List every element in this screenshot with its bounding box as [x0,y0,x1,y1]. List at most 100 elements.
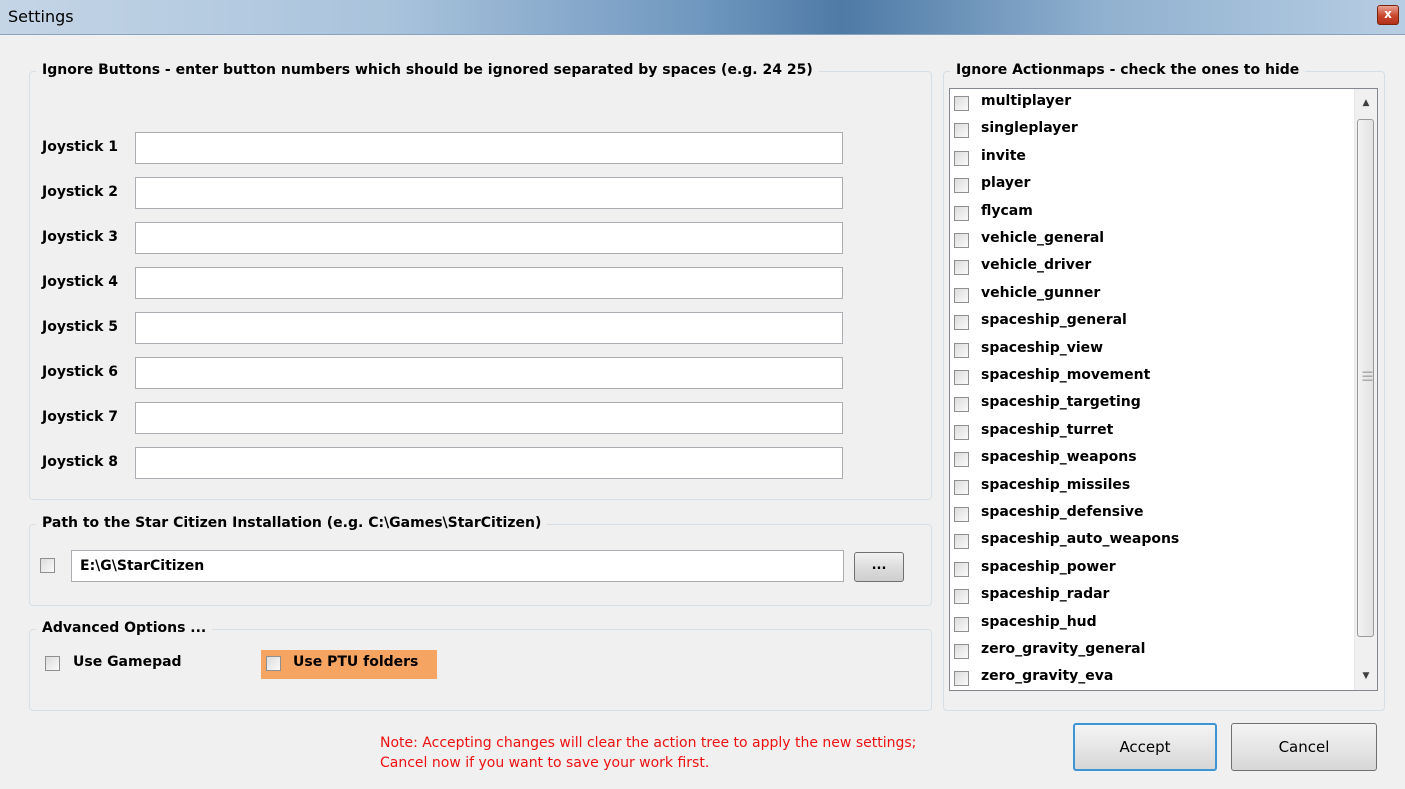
actionmap-item[interactable]: spaceship_weapons [950,446,1350,473]
actionmap-item[interactable]: vehicle_driver [950,254,1350,281]
actionmap-checkbox[interactable] [954,479,969,495]
actionmap-checkbox[interactable] [954,561,969,577]
joystick-2-input[interactable] [135,177,843,209]
actionmap-item[interactable]: spaceship_defensive [950,501,1350,528]
actionmap-item[interactable]: zero_gravity_eva [950,665,1350,690]
actionmap-checkbox[interactable] [954,397,969,413]
path-enable-checkbox[interactable] [40,558,55,573]
actionmap-label: spaceship_weapons [981,449,1137,466]
joystick-2-label: Joystick 2 [42,184,119,200]
actionmap-checkbox[interactable] [954,507,969,522]
title-bar[interactable]: Settings x [0,0,1405,35]
actionmap-checkbox[interactable] [954,452,969,468]
actionmap-checkbox[interactable] [954,315,969,331]
actionmap-item[interactable]: player [950,172,1350,199]
scroll-thumb[interactable]: — — — [1357,119,1374,637]
actionmap-label: spaceship_targeting [981,394,1141,411]
actionmap-label: vehicle_gunner [981,284,1101,301]
browse-button[interactable]: ... [854,552,904,582]
actionmap-item[interactable]: zero_gravity_general [950,638,1350,665]
actionmap-checkbox[interactable] [954,96,969,111]
scroll-down-icon[interactable]: ▼ [1355,664,1377,688]
actionmaps-legend: Ignore Actionmaps - check the ones to hi… [950,62,1306,78]
grip-icon: — — — [1362,365,1373,386]
actionmap-label: zero_gravity_eva [981,668,1114,685]
use-gamepad-checkbox[interactable] [45,656,60,671]
actionmap-checkbox[interactable] [954,616,969,632]
note-line-2: Cancel now if you want to save your work… [380,755,710,771]
actionmaps-scrollbar[interactable]: ▲ — — — ▼ [1354,89,1377,690]
actionmap-label: vehicle_driver [981,257,1092,274]
note-line-1: Note: Accepting changes will clear the a… [380,735,917,751]
actionmap-label: spaceship_hud [981,613,1097,630]
actionmap-checkbox[interactable] [954,424,969,440]
joystick-7-label: Joystick 7 [42,409,119,425]
use-gamepad-label[interactable]: Use Gamepad [73,654,182,670]
cancel-button[interactable]: Cancel [1231,723,1377,771]
actionmap-checkbox[interactable] [954,644,969,659]
actionmap-label: spaceship_auto_weapons [981,531,1180,548]
actionmap-checkbox[interactable] [954,370,969,385]
actionmap-item[interactable]: spaceship_turret [950,419,1350,446]
actionmap-label: spaceship_movement [981,367,1151,383]
actionmap-item[interactable]: spaceship_missiles [950,474,1350,501]
actionmap-checkbox[interactable] [954,342,969,358]
joystick-3-input[interactable] [135,222,843,254]
actionmap-label: player [981,175,1031,192]
actionmap-label: spaceship_general [981,312,1127,329]
joystick-7-input[interactable] [135,402,843,434]
warning-note: Note: Accepting changes will clear the a… [380,733,916,773]
joystick-4-input[interactable] [135,267,843,299]
settings-window: Settings x Ignore Buttons - enter button… [0,0,1405,789]
actionmap-item[interactable]: flycam [950,200,1350,227]
actionmap-checkbox[interactable] [954,123,969,139]
joystick-6-input[interactable] [135,357,843,389]
actionmap-item[interactable]: vehicle_general [950,227,1350,254]
actionmap-label: flycam [981,202,1033,219]
actionmap-item[interactable]: spaceship_movement [950,364,1350,391]
use-ptu-label[interactable]: Use PTU folders [293,654,418,670]
actionmap-item[interactable]: spaceship_radar [950,583,1350,610]
actionmap-label: multiplayer [981,93,1072,109]
actionmaps-list[interactable]: multiplayer singleplayer invite player flyca… [949,88,1378,691]
joystick-8-input[interactable] [135,447,843,479]
joystick-5-label: Joystick 5 [42,319,119,335]
ignore-buttons-legend: Ignore Buttons - enter button numbers wh… [36,62,819,78]
actionmap-item[interactable]: vehicle_gunner [950,282,1350,309]
joystick-6-label: Joystick 6 [42,364,119,380]
actionmap-item[interactable]: spaceship_auto_weapons [950,528,1350,555]
actionmap-checkbox[interactable] [954,287,969,303]
actionmap-checkbox[interactable] [954,150,969,166]
accept-button[interactable]: Accept [1073,723,1217,771]
actionmap-item[interactable]: multiplayer [950,90,1350,117]
actionmap-checkbox[interactable] [954,178,969,194]
actionmap-checkbox[interactable] [954,205,969,221]
joystick-5-input[interactable] [135,312,843,344]
actionmap-label: spaceship_power [981,558,1116,575]
actionmap-label: zero_gravity_general [981,641,1146,657]
actionmap-item[interactable]: spaceship_hud [950,611,1350,638]
actionmap-checkbox[interactable] [954,534,969,550]
actionmap-item[interactable]: singleplayer [950,117,1350,144]
joystick-1-input[interactable] [135,132,843,164]
close-icon[interactable]: x [1377,5,1399,25]
install-path-input[interactable] [71,550,844,582]
actionmap-checkbox[interactable] [954,589,969,605]
actionmap-checkbox[interactable] [954,233,969,248]
window-title: Settings [8,7,74,26]
scroll-up-icon[interactable]: ▲ [1355,91,1377,115]
joystick-1-label: Joystick 1 [42,139,119,155]
use-ptu-checkbox[interactable] [266,656,281,671]
actionmap-label: spaceship_view [981,339,1104,356]
actionmap-item[interactable]: spaceship_power [950,556,1350,583]
advanced-options-legend: Advanced Options ... [36,620,213,636]
actionmap-label: spaceship_defensive [981,504,1144,520]
actionmap-item[interactable]: spaceship_view [950,337,1350,364]
actionmap-item[interactable]: spaceship_targeting [950,391,1350,418]
actionmap-checkbox[interactable] [954,260,969,276]
actionmap-label: spaceship_turret [981,421,1114,438]
actionmap-item[interactable]: spaceship_general [950,309,1350,336]
actionmap-item[interactable]: invite [950,145,1350,172]
actionmap-label: singleplayer [981,120,1078,137]
actionmap-checkbox[interactable] [954,671,969,687]
